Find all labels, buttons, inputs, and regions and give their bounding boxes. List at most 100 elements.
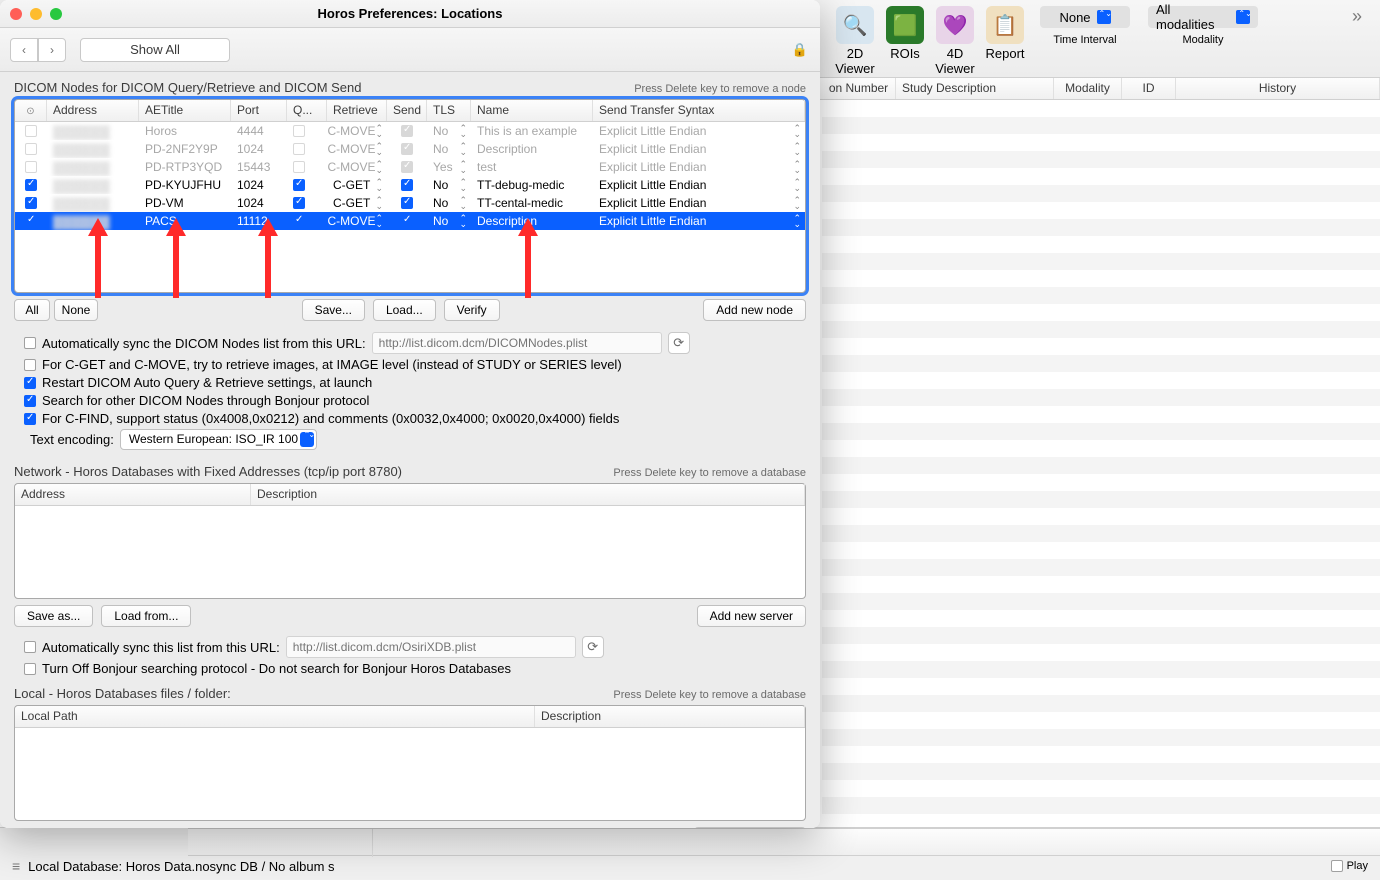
row-enable-checkbox[interactable] xyxy=(25,179,37,191)
col-header[interactable]: AETitle xyxy=(139,100,231,121)
4d-viewer-button[interactable]: 💜4D Viewer xyxy=(930,6,980,76)
turnoff-bonjour-checkbox[interactable] xyxy=(24,663,36,675)
db-table[interactable]: Address Description xyxy=(14,483,806,599)
col-modality[interactable]: Modality xyxy=(1054,78,1122,99)
refresh-db-button[interactable]: ⟳ xyxy=(582,636,604,658)
auto-sync-db-checkbox[interactable] xyxy=(24,641,36,653)
col-number[interactable]: on Number xyxy=(822,78,896,99)
col-header[interactable]: Send xyxy=(387,100,427,121)
add-local-path-button[interactable]: Add a local path xyxy=(694,827,806,828)
lock-icon[interactable]: 🔒 xyxy=(790,40,810,60)
close-icon[interactable] xyxy=(10,8,22,20)
col-header[interactable]: Port xyxy=(231,100,287,121)
annotation-arrow xyxy=(86,218,110,298)
menu-icon[interactable]: ≡ xyxy=(12,858,20,874)
time-interval-select[interactable]: None xyxy=(1040,6,1130,28)
zoom-icon[interactable] xyxy=(50,8,62,20)
send-checkbox[interactable] xyxy=(401,179,413,191)
expand-toolbar-button[interactable]: » xyxy=(1344,6,1370,27)
annotation-arrow xyxy=(516,218,540,298)
send-checkbox[interactable] xyxy=(401,143,413,155)
status-text: Local Database: Horos Data.nosync DB / N… xyxy=(28,859,334,874)
table-row[interactable]: ▓▓▓▓▓▓PD-VM1024C-GET⌃⌄No⌃⌄TT-cental-medi… xyxy=(15,194,805,212)
encoding-select[interactable]: Western European: ISO_IR 100 xyxy=(120,429,317,450)
q-checkbox[interactable] xyxy=(293,179,305,191)
cget-checkbox[interactable] xyxy=(24,359,36,371)
show-all-button[interactable]: Show All xyxy=(80,38,230,62)
none-button[interactable]: None xyxy=(54,299,98,321)
restart-label: Restart DICOM Auto Query & Retrieve sett… xyxy=(42,375,372,390)
loadfrom-button[interactable]: Load from... xyxy=(101,605,191,627)
q-checkbox[interactable] xyxy=(293,215,305,227)
send-checkbox[interactable] xyxy=(401,215,413,227)
send-checkbox[interactable] xyxy=(401,161,413,173)
table-row[interactable]: ▓▓▓▓▓▓PD-2NF2Y9P1024C-MOVE⌃⌄No⌃⌄Descript… xyxy=(15,140,805,158)
auto-sync-db-label: Automatically sync this list from this U… xyxy=(42,640,280,655)
col-header[interactable]: ⊙ xyxy=(15,100,47,121)
bonjour-checkbox[interactable] xyxy=(24,395,36,407)
report-button[interactable]: 📋Report xyxy=(980,6,1030,76)
row-enable-checkbox[interactable] xyxy=(25,215,37,227)
save-button[interactable]: Save... xyxy=(302,299,365,321)
col-address[interactable]: Address xyxy=(15,484,251,505)
send-checkbox[interactable] xyxy=(401,197,413,209)
cget-label: For C-GET and C-MOVE, try to retrieve im… xyxy=(42,357,622,372)
nodes-table[interactable]: ⊙AddressAETitlePortQ...RetrieveSendTLSNa… xyxy=(14,99,806,293)
2d-viewer-button[interactable]: 🔍2D Viewer xyxy=(830,6,880,76)
table-row[interactable]: ▓▓▓▓▓▓Horos4444C-MOVE⌃⌄No⌃⌄This is an ex… xyxy=(15,122,805,140)
col-header[interactable]: Address xyxy=(47,100,139,121)
time-interval-label: Time Interval xyxy=(1053,34,1116,46)
verify-button[interactable]: Verify xyxy=(444,299,500,321)
saveas-button[interactable]: Save as... xyxy=(14,605,93,627)
local-section-hint: Press Delete key to remove a database xyxy=(613,689,806,701)
q-checkbox[interactable] xyxy=(293,125,305,137)
auto-sync-url-input[interactable] xyxy=(372,332,662,354)
auto-sync-db-url-input[interactable] xyxy=(286,636,576,658)
modality-label: Modality xyxy=(1183,34,1224,46)
report-icon: 📋 xyxy=(986,6,1024,44)
annotation-arrow xyxy=(164,218,188,298)
col-header[interactable]: Name xyxy=(471,100,593,121)
play-checkbox[interactable] xyxy=(1331,860,1343,872)
col-header[interactable]: Send Transfer Syntax xyxy=(593,100,805,121)
row-enable-checkbox[interactable] xyxy=(25,161,37,173)
back-button[interactable]: ‹ xyxy=(10,38,38,62)
load-button[interactable]: Load... xyxy=(373,299,436,321)
restart-checkbox[interactable] xyxy=(24,377,36,389)
row-enable-checkbox[interactable] xyxy=(25,197,37,209)
all-button[interactable]: All xyxy=(14,299,50,321)
col-study-desc[interactable]: Study Description xyxy=(896,78,1054,99)
auto-sync-nodes-checkbox[interactable] xyxy=(24,337,36,349)
row-enable-checkbox[interactable] xyxy=(25,143,37,155)
local-table[interactable]: Local Path Description xyxy=(14,705,806,821)
window-controls[interactable] xyxy=(10,8,62,20)
forward-button[interactable]: › xyxy=(38,38,66,62)
col-local-path[interactable]: Local Path xyxy=(15,706,535,727)
thumbnail-strip xyxy=(188,828,1380,856)
add-server-button[interactable]: Add new server xyxy=(697,605,806,627)
modality-select[interactable]: All modalities xyxy=(1148,6,1258,28)
q-checkbox[interactable] xyxy=(293,197,305,209)
col-local-desc[interactable]: Description xyxy=(535,706,805,727)
col-header[interactable]: Retrieve xyxy=(327,100,387,121)
col-id[interactable]: ID xyxy=(1122,78,1176,99)
col-history[interactable]: History xyxy=(1176,78,1380,99)
table-row[interactable]: ▓▓▓▓▓▓PD-RTP3YQD15443C-MOVE⌃⌄Yes⌃⌄testEx… xyxy=(15,158,805,176)
q-checkbox[interactable] xyxy=(293,143,305,155)
q-checkbox[interactable] xyxy=(293,161,305,173)
table-row[interactable]: ▓▓▓▓▓▓PD-KYUJFHU1024C-GET⌃⌄No⌃⌄TT-debug-… xyxy=(15,176,805,194)
table-row[interactable]: ▓▓▓▓▓▓PACS11112C-MOVE⌃⌄No⌃⌄DescriptionEx… xyxy=(15,212,805,230)
rois-button[interactable]: 🟩ROIs xyxy=(880,6,930,76)
add-node-button[interactable]: Add new node xyxy=(703,299,806,321)
col-description[interactable]: Description xyxy=(251,484,805,505)
minimize-icon[interactable] xyxy=(30,8,42,20)
col-header[interactable]: Q... xyxy=(287,100,327,121)
refresh-button[interactable]: ⟳ xyxy=(668,332,690,354)
row-enable-checkbox[interactable] xyxy=(25,125,37,137)
send-checkbox[interactable] xyxy=(401,125,413,137)
annotation-arrow xyxy=(256,218,280,298)
window-title: Horos Preferences: Locations xyxy=(0,6,820,21)
bottom-bar: ≡ Local Database: Horos Data.nosync DB /… xyxy=(0,827,1380,880)
cfind-checkbox[interactable] xyxy=(24,413,36,425)
col-header[interactable]: TLS xyxy=(427,100,471,121)
